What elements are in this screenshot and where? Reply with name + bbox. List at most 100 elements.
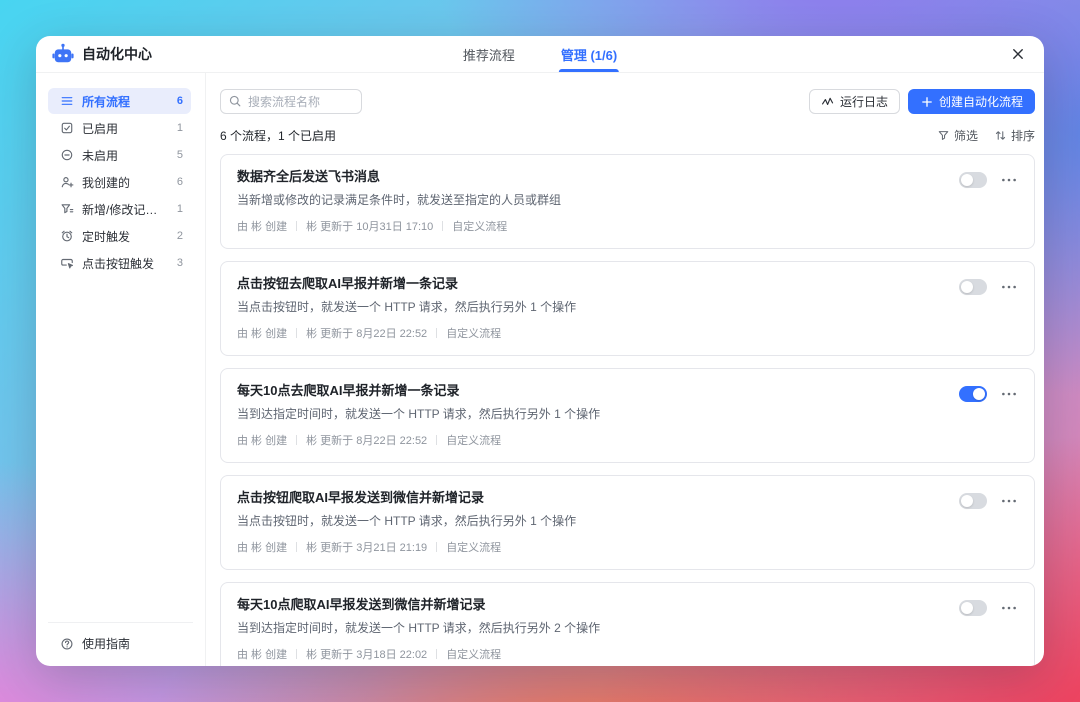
sidebar: 所有流程 6 已启用 1 未启用 5: [36, 73, 206, 666]
flow-updated: 彬 更新于 10月31日 17:10: [306, 218, 433, 234]
filter-button[interactable]: 筛选: [937, 127, 978, 144]
summary-row: 6 个流程，1 个已启用 筛选 排序: [220, 127, 1035, 144]
more-button[interactable]: [1000, 385, 1018, 403]
more-button[interactable]: [1000, 171, 1018, 189]
minus-circle-icon: [60, 148, 74, 162]
sort-label: 排序: [1011, 127, 1035, 144]
flow-creator: 由 彬 创建: [237, 539, 287, 555]
sort-button[interactable]: 排序: [994, 127, 1035, 144]
sidebar-item[interactable]: 已启用 1: [48, 115, 191, 141]
run-log-label: 运行日志: [840, 93, 888, 110]
list-icon: [60, 94, 74, 108]
flow-title: 每天10点去爬取AI早报并新增一条记录: [237, 382, 943, 399]
meta-divider: [296, 649, 297, 659]
sidebar-item-count: 1: [177, 203, 183, 215]
flow-updated: 彬 更新于 8月22日 22:52: [306, 325, 427, 341]
window-title: 自动化中心: [82, 44, 152, 64]
automation-center-window: 自动化中心 推荐流程 管理 (1/6): [36, 36, 1044, 666]
flow-card[interactable]: 数据齐全后发送飞书消息 当新增或修改的记录满足条件时，就发送至指定的人员或群组 …: [220, 154, 1035, 249]
flow-title: 点击按钮爬取AI早报发送到微信并新增记录: [237, 489, 943, 506]
sidebar-item-count: 1: [177, 122, 183, 134]
usage-guide-label: 使用指南: [82, 635, 130, 652]
flow-card[interactable]: 每天10点爬取AI早报发送到微信并新增记录 当到达指定时间时，就发送一个 HTT…: [220, 582, 1035, 666]
flow-updated: 彬 更新于 8月22日 22:52: [306, 432, 427, 448]
sidebar-item-label: 新增/修改记录时触发: [82, 201, 169, 218]
meta-divider: [296, 435, 297, 445]
plus-icon: [920, 95, 934, 109]
more-button[interactable]: [1000, 492, 1018, 510]
list-tools: 筛选 排序: [937, 127, 1035, 144]
flow-controls: [959, 168, 1018, 189]
tab-label: 管理 (1/6): [561, 45, 617, 64]
flow-card-content: 每天10点爬取AI早报发送到微信并新增记录 当到达指定时间时，就发送一个 HTT…: [237, 596, 943, 662]
flow-list: 数据齐全后发送飞书消息 当新增或修改的记录满足条件时，就发送至指定的人员或群组 …: [220, 154, 1035, 666]
sidebar-item[interactable]: 所有流程 6: [48, 88, 191, 114]
sidebar-item[interactable]: 定时触发 2: [48, 223, 191, 249]
flow-meta: 由 彬 创建 彬 更新于 3月18日 22:02 自定义流程: [237, 646, 943, 662]
desktop-background: 自动化中心 推荐流程 管理 (1/6): [0, 0, 1080, 702]
flow-creator: 由 彬 创建: [237, 432, 287, 448]
flow-description: 当到达指定时间时，就发送一个 HTTP 请求，然后执行另外 2 个操作: [237, 620, 943, 636]
more-button[interactable]: [1000, 278, 1018, 296]
meta-divider: [442, 221, 443, 231]
enable-toggle[interactable]: [959, 493, 987, 509]
flow-meta: 由 彬 创建 彬 更新于 8月22日 22:52 自定义流程: [237, 325, 943, 341]
sidebar-item-count: 3: [177, 257, 183, 269]
sidebar-item-count: 6: [177, 95, 183, 107]
sidebar-item[interactable]: 我创建的 6: [48, 169, 191, 195]
flow-count-summary: 6 个流程，1 个已启用: [220, 127, 336, 144]
funnel-icon: [937, 129, 950, 142]
flow-creator: 由 彬 创建: [237, 218, 287, 234]
enable-toggle[interactable]: [959, 600, 987, 616]
flow-card[interactable]: 点击按钮爬取AI早报发送到微信并新增记录 当点击按钮时，就发送一个 HTTP 请…: [220, 475, 1035, 570]
sidebar-item-label: 已启用: [82, 120, 118, 137]
flow-description: 当点击按钮时，就发送一个 HTTP 请求，然后执行另外 1 个操作: [237, 513, 943, 529]
flow-controls: [959, 596, 1018, 617]
flow-controls: [959, 489, 1018, 510]
button-click-icon: [60, 256, 74, 270]
flow-description: 当点击按钮时，就发送一个 HTTP 请求，然后执行另外 1 个操作: [237, 299, 943, 315]
sidebar-item-label: 未启用: [82, 147, 118, 164]
flow-card-content: 每天10点去爬取AI早报并新增一条记录 当到达指定时间时，就发送一个 HTTP …: [237, 382, 943, 448]
sidebar-item[interactable]: 新增/修改记录时触发 1: [48, 196, 191, 222]
meta-divider: [436, 328, 437, 338]
clock-icon: [60, 229, 74, 243]
tab[interactable]: 管理 (1/6): [559, 36, 619, 72]
more-button[interactable]: [1000, 599, 1018, 617]
meta-divider: [436, 435, 437, 445]
flow-type: 自定义流程: [446, 646, 501, 662]
window-header: 自动化中心 推荐流程 管理 (1/6): [36, 36, 1044, 73]
sidebar-item-label: 我创建的: [82, 174, 130, 191]
sidebar-item-count: 5: [177, 149, 183, 161]
run-log-button[interactable]: 运行日志: [809, 89, 900, 114]
filter-edit-icon: [60, 202, 74, 216]
flow-description: 当新增或修改的记录满足条件时，就发送至指定的人员或群组: [237, 192, 943, 208]
sidebar-item[interactable]: 未启用 5: [48, 142, 191, 168]
flow-card-content: 点击按钮去爬取AI早报并新增一条记录 当点击按钮时，就发送一个 HTTP 请求，…: [237, 275, 943, 341]
enable-toggle[interactable]: [959, 386, 987, 402]
enable-toggle[interactable]: [959, 279, 987, 295]
flow-card[interactable]: 每天10点去爬取AI早报并新增一条记录 当到达指定时间时，就发送一个 HTTP …: [220, 368, 1035, 463]
enable-toggle[interactable]: [959, 172, 987, 188]
sidebar-nav: 所有流程 6 已启用 1 未启用 5: [36, 88, 205, 622]
pulse-icon: [821, 95, 835, 109]
usage-guide-link[interactable]: 使用指南: [60, 635, 193, 652]
sidebar-item-label: 定时触发: [82, 228, 130, 245]
flow-card-content: 数据齐全后发送飞书消息 当新增或修改的记录满足条件时，就发送至指定的人员或群组 …: [237, 168, 943, 234]
tab[interactable]: 推荐流程: [461, 36, 517, 72]
check-square-icon: [60, 121, 74, 135]
sidebar-item[interactable]: 点击按钮触发 3: [48, 250, 191, 276]
toolbar-actions: 运行日志 创建自动化流程: [809, 89, 1035, 114]
tab-bar: 推荐流程 管理 (1/6): [461, 36, 619, 72]
create-automation-button[interactable]: 创建自动化流程: [908, 89, 1035, 114]
help-icon: [60, 637, 74, 651]
meta-divider: [296, 221, 297, 231]
robot-icon: [52, 43, 74, 65]
close-button[interactable]: [1004, 40, 1032, 68]
flow-title: 数据齐全后发送飞书消息: [237, 168, 943, 185]
flow-card[interactable]: 点击按钮去爬取AI早报并新增一条记录 当点击按钮时，就发送一个 HTTP 请求，…: [220, 261, 1035, 356]
flow-type: 自定义流程: [446, 539, 501, 555]
flow-meta: 由 彬 创建 彬 更新于 8月22日 22:52 自定义流程: [237, 432, 943, 448]
flow-card-content: 点击按钮爬取AI早报发送到微信并新增记录 当点击按钮时，就发送一个 HTTP 请…: [237, 489, 943, 555]
sidebar-item-label: 点击按钮触发: [82, 255, 154, 272]
